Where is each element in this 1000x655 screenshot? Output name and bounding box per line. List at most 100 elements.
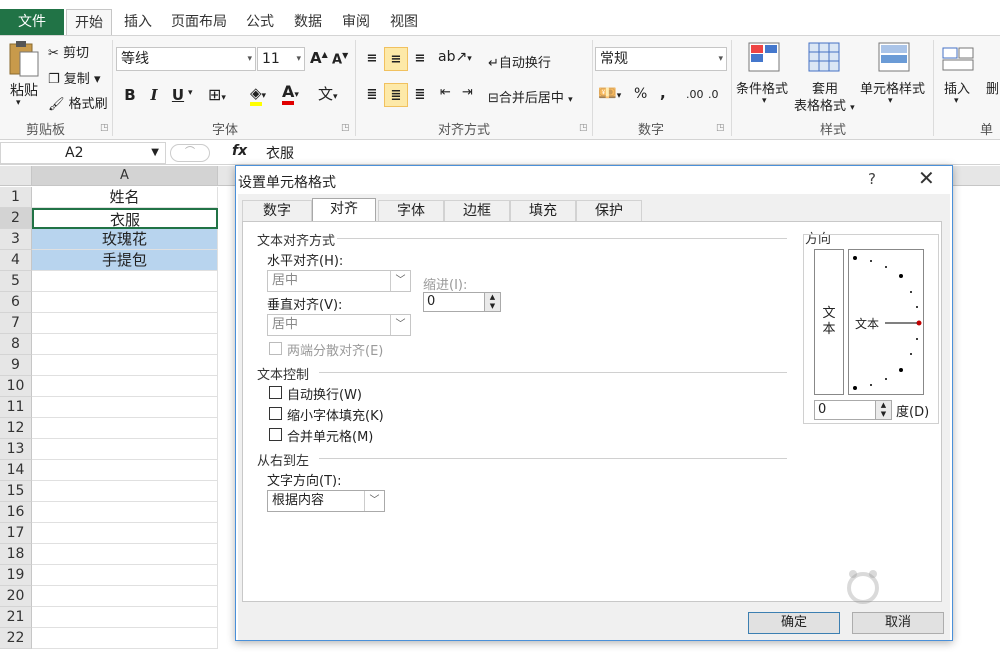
- row-header[interactable]: 10: [0, 376, 32, 397]
- align-bottom-icon[interactable]: ≡: [408, 47, 432, 71]
- table-cell[interactable]: [32, 460, 218, 481]
- font-size-select[interactable]: 11 ▾: [257, 47, 305, 71]
- table-cell[interactable]: [32, 397, 218, 418]
- increase-decimal-icon[interactable]: .00: [686, 88, 704, 101]
- align-right-icon[interactable]: ≣: [408, 83, 432, 107]
- table-cell[interactable]: 姓名: [32, 187, 218, 208]
- row-header[interactable]: 7: [0, 313, 32, 334]
- table-cell[interactable]: [32, 565, 218, 586]
- insert-function-button[interactable]: fx: [232, 143, 247, 159]
- merge-cells-checkbox[interactable]: [269, 428, 282, 441]
- table-cell[interactable]: [32, 544, 218, 565]
- italic-button[interactable]: I: [142, 83, 166, 107]
- phonetic-icon[interactable]: 文▾: [318, 83, 338, 104]
- close-button[interactable]: ✕: [918, 166, 935, 190]
- row-header[interactable]: 9: [0, 355, 32, 376]
- chevron-down-icon[interactable]: ▾: [762, 96, 767, 106]
- spinner-arrows-icon[interactable]: ▲ ▼: [484, 293, 500, 311]
- row-header[interactable]: 17: [0, 523, 32, 544]
- delete-cells-button[interactable]: 删: [986, 78, 999, 97]
- horizontal-align-select[interactable]: 居中 ﹀: [267, 270, 411, 292]
- row-header[interactable]: 11: [0, 397, 32, 418]
- decrease-indent-icon[interactable]: ⇤: [440, 85, 451, 100]
- row-header[interactable]: 1: [0, 187, 32, 208]
- row-header[interactable]: 3: [0, 229, 32, 250]
- wrap-text-button[interactable]: ↵自动换行: [488, 52, 551, 71]
- shrink-to-fit-checkbox[interactable]: [269, 407, 282, 420]
- bold-button[interactable]: B: [118, 83, 142, 107]
- table-cell[interactable]: 手提包: [32, 250, 218, 271]
- tab-insert[interactable]: 插入: [118, 9, 158, 35]
- row-header[interactable]: 20: [0, 586, 32, 607]
- table-cell[interactable]: 衣服: [32, 208, 218, 229]
- increase-font-icon[interactable]: A▲: [310, 49, 328, 67]
- number-launcher-icon[interactable]: ◳: [716, 123, 725, 133]
- align-top-icon[interactable]: ≡: [360, 47, 384, 71]
- dialog-tab-fill[interactable]: 填充: [510, 200, 576, 222]
- orientation-dial[interactable]: 文本: [848, 249, 924, 395]
- row-header[interactable]: 15: [0, 481, 32, 502]
- tab-data[interactable]: 数据: [288, 9, 328, 35]
- formula-input[interactable]: 衣服: [266, 143, 294, 163]
- row-header[interactable]: 2: [0, 208, 32, 229]
- underline-dropdown-icon[interactable]: ▾: [188, 88, 193, 98]
- paste-button[interactable]: 粘贴: [10, 80, 38, 100]
- insert-cells-button[interactable]: 插入: [944, 78, 970, 97]
- row-header[interactable]: 18: [0, 544, 32, 565]
- conditional-format-button[interactable]: 条件格式: [736, 78, 788, 97]
- table-cell[interactable]: [32, 586, 218, 607]
- help-button[interactable]: ?: [868, 170, 876, 188]
- text-direction-select[interactable]: 根据内容 ﹀: [267, 490, 385, 512]
- table-cell[interactable]: [32, 502, 218, 523]
- formula-expand-icon[interactable]: ⌒: [170, 144, 210, 162]
- tab-home[interactable]: 开始: [66, 9, 112, 35]
- align-center-icon[interactable]: ≣: [384, 83, 408, 107]
- alignment-launcher-icon[interactable]: ◳: [579, 123, 588, 133]
- cell-styles-icon[interactable]: [878, 42, 910, 74]
- row-header[interactable]: 8: [0, 334, 32, 355]
- column-header-a[interactable]: A: [32, 166, 218, 186]
- clipboard-launcher-icon[interactable]: ◳: [100, 123, 109, 133]
- tab-formulas[interactable]: 公式: [240, 9, 280, 35]
- table-cell[interactable]: [32, 355, 218, 376]
- vertical-text-button[interactable]: 文本: [814, 249, 844, 395]
- table-cell[interactable]: [32, 376, 218, 397]
- conditional-format-icon[interactable]: [748, 42, 780, 74]
- decrease-font-icon[interactable]: A▼: [332, 51, 348, 67]
- table-cell[interactable]: [32, 334, 218, 355]
- row-header[interactable]: 4: [0, 250, 32, 271]
- row-header[interactable]: 16: [0, 502, 32, 523]
- table-cell[interactable]: 玫瑰花: [32, 229, 218, 250]
- currency-icon[interactable]: 💴▾: [598, 84, 621, 102]
- percent-button[interactable]: %: [634, 86, 647, 102]
- table-cell[interactable]: [32, 628, 218, 649]
- decrease-decimal-icon[interactable]: .0: [708, 88, 719, 101]
- dialog-tab-alignment[interactable]: 对齐: [312, 198, 376, 222]
- merge-center-button[interactable]: ⊟合并后居中 ▾: [488, 87, 573, 106]
- row-header[interactable]: 12: [0, 418, 32, 439]
- dialog-tab-protection[interactable]: 保护: [576, 200, 642, 222]
- degree-spinner[interactable]: 0 ▲ ▼: [814, 400, 892, 420]
- spinner-arrows-icon[interactable]: ▲ ▼: [875, 401, 891, 419]
- insert-cells-icon[interactable]: [942, 42, 974, 74]
- table-cell[interactable]: [32, 523, 218, 544]
- vertical-align-select[interactable]: 居中 ﹀: [267, 314, 411, 336]
- paste-icon[interactable]: [8, 40, 40, 77]
- tab-page-layout[interactable]: 页面布局: [166, 9, 232, 35]
- row-header[interactable]: 21: [0, 607, 32, 628]
- tab-file[interactable]: 文件: [0, 9, 64, 35]
- table-cell[interactable]: [32, 292, 218, 313]
- chevron-down-icon[interactable]: ▾: [954, 96, 959, 106]
- indent-spinner[interactable]: 0 ▲ ▼: [423, 292, 501, 312]
- number-format-select[interactable]: 常规 ▾: [595, 47, 727, 71]
- row-header[interactable]: 19: [0, 565, 32, 586]
- table-cell[interactable]: [32, 607, 218, 628]
- select-all-corner[interactable]: [0, 166, 32, 186]
- align-middle-icon[interactable]: ≡: [384, 47, 408, 71]
- format-table-icon[interactable]: [808, 42, 840, 74]
- fill-color-icon[interactable]: ◈▾: [250, 84, 266, 106]
- orientation-icon[interactable]: ab↗▾: [438, 49, 472, 65]
- table-cell[interactable]: [32, 313, 218, 334]
- row-header[interactable]: 5: [0, 271, 32, 292]
- distributed-checkbox[interactable]: [269, 342, 282, 355]
